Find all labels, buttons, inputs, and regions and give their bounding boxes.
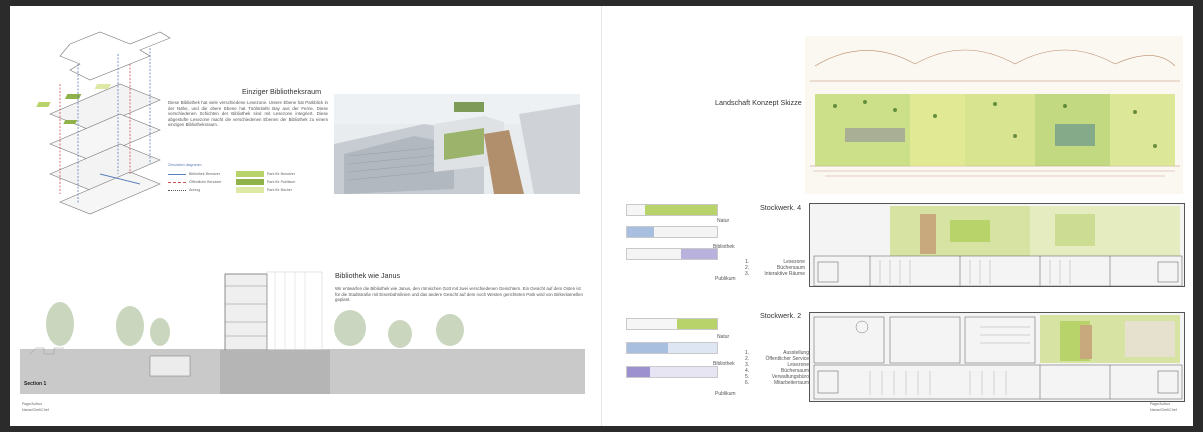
legend-row: Bibliothek Benutzer Park für Benutzer [168,170,328,178]
bar-label-natur: Natur [717,334,730,340]
footer-name: Name/Chef/Chef [22,408,49,412]
bar-label-publikum: Publikum [715,391,736,397]
sketch-title: Landschaft Konzept Skizze [715,98,802,107]
legend-row: Aufzug Park für Bücher [168,186,328,194]
section-drawing [20,271,585,394]
floor2-plan [809,312,1185,402]
section-label: Section 1 [24,381,47,387]
bar-natur [626,318,718,330]
legend-line-blue [168,173,186,175]
legend-box-label: Park für Publikum [267,180,296,184]
footer-author: Page/Author [22,402,42,406]
floor4-legend: 1. Lesezone 2. Büchersaum 3. Interaktive Rä… [745,259,805,277]
section-title-single-room: Einziger Bibliotheksraum [242,87,322,96]
section-title-janus: Bibliothek wie Janus [335,271,401,280]
bar-label-bibliothek: Bibliothek [713,361,735,367]
landscape-sketch-image [805,36,1183,194]
bar-label-natur: Natur [717,218,730,224]
floor2-title: Stockwerk. 2 [760,311,802,320]
legend-line-label: Öffentliche Benutzer [189,180,222,184]
legend-box-green-dark [236,179,264,185]
legend-box-label: Park für Bücher [267,188,292,192]
aerial-render-image [334,94,580,194]
legend-row: Öffentliche Benutzer Park für Publikum [168,178,328,186]
legend-box-green-mid [236,171,264,177]
document-spread: Einziger Bibliotheksraum Diese Bibliothe… [10,6,1193,426]
bar-label-bibliothek: Bibliothek [713,244,735,250]
section-text-janus: Wir entwarfen die Bibliothek wie Janus, … [335,286,583,303]
floor4-title: Stockwerk. 4 [760,203,802,212]
program-bars-floor4 [626,204,718,260]
section-text-single-room: Diese Bibliothek hat viele verschiedene … [168,100,328,128]
page-gutter [601,6,602,426]
legend-line-label: Aufzug [189,188,201,192]
floor2-legend-item: 6. Mitarbeiterraum [745,380,809,386]
legend-line-label: Bibliothek Benutzer [189,172,220,176]
legend-line-red [168,181,186,183]
circulation-legend: Zirkulation diagramm Bibliothek Benutzer… [168,163,328,194]
axonometric-diagram [36,31,171,215]
bar-bibliothek [626,226,718,238]
program-bars-floor2 [626,318,718,378]
footer-author-right: Page/Author [1150,402,1170,406]
bar-publikum [626,366,718,378]
legend-title: Zirkulation diagramm [168,163,202,167]
legend-box-green-light [236,187,264,193]
footer-name-right: Name/Chef/Chef [1150,408,1177,412]
bar-natur [626,204,718,216]
legend-box-label: Park für Benutzer [267,172,295,176]
floor4-plan [809,203,1185,287]
bar-publikum [626,248,718,260]
floor2-legend: 1. Ausstellung 2. Öffentlicher Service 3. L… [745,350,809,386]
bar-bibliothek [626,342,718,354]
legend-line-dotted [168,189,186,191]
bar-label-publikum: Publikum [715,276,736,282]
floor4-legend-item: 3. Interaktive Räume [745,271,805,277]
